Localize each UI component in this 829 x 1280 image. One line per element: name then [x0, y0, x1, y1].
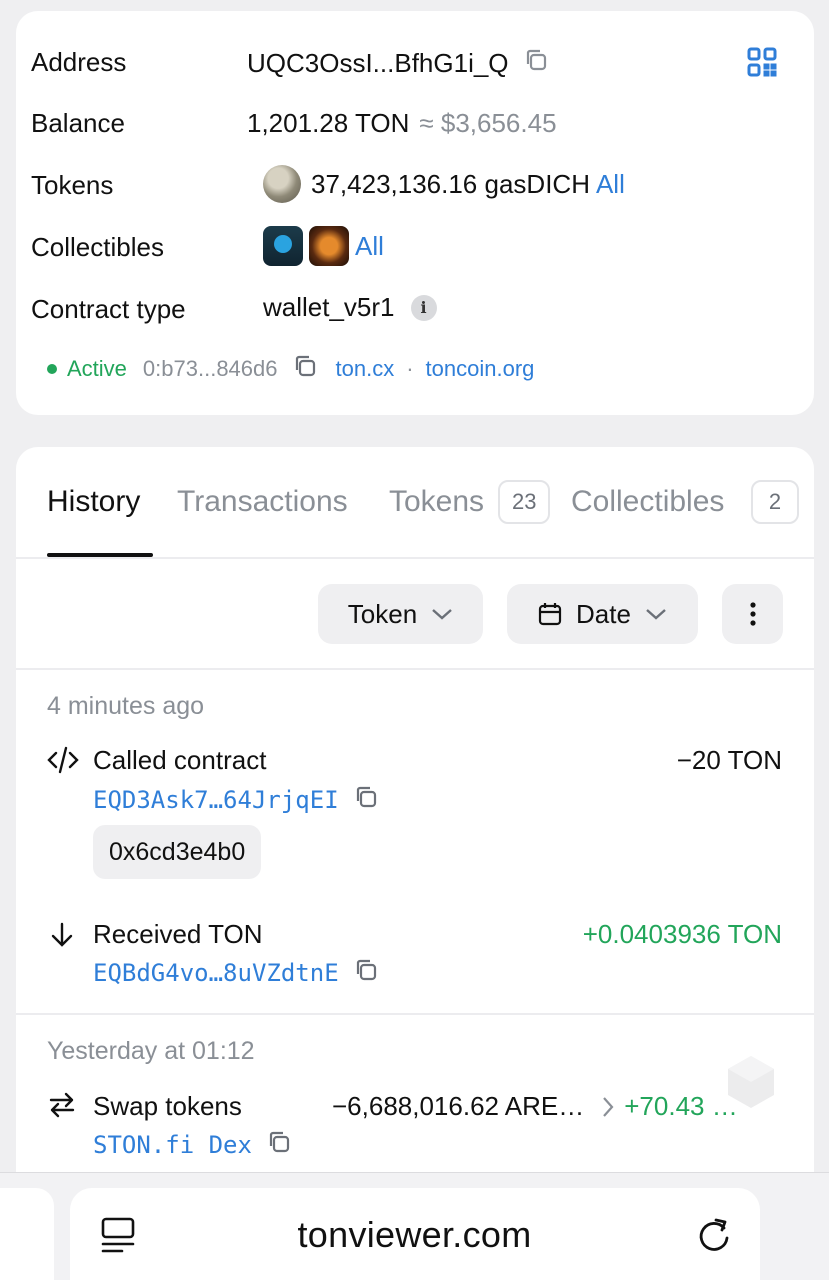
address-text[interactable]: UQC3OssI...BfhG1i_Q [247, 48, 509, 79]
address-label: Address [31, 47, 127, 77]
tab-collectibles[interactable]: Collectibles [571, 485, 724, 519]
filters-divider [16, 668, 814, 670]
token-balance[interactable]: 37,423,136.16 gasDICH [311, 169, 590, 200]
toncoin-link[interactable]: toncoin.org [426, 356, 535, 382]
more-options-button[interactable] [722, 584, 783, 644]
tabs-divider [16, 557, 814, 559]
arrow-down-icon [47, 920, 77, 950]
address-value[interactable]: UQC3OssI...BfhG1i_Q [247, 47, 549, 80]
tokens-label: Tokens [31, 170, 114, 200]
copy-icon[interactable] [353, 784, 379, 816]
link-separator: · [406, 356, 414, 381]
swap-amounts: −6,688,016.62 ARE… +70.43 … [332, 1091, 738, 1122]
group-date: 4 minutes ago [47, 692, 205, 720]
date-filter-button[interactable]: Date [507, 584, 698, 644]
status-row: Active 0:b73...846d6 ton.cx · toncoin.or… [47, 353, 534, 385]
token-avatar-icon [263, 165, 301, 203]
swap-amount-in: +70.43 … [624, 1091, 738, 1121]
tokens-count-badge: 23 [498, 480, 551, 524]
contract-type-label: Contract type [31, 294, 186, 324]
nft-thumbnail-telegram[interactable] [263, 226, 303, 266]
balance-value: 1,201.28 TON ≈ $3,656.45 [247, 108, 557, 139]
copy-icon[interactable] [266, 1129, 292, 1161]
date-filter-label: Date [576, 598, 631, 629]
code-icon [47, 745, 79, 775]
chevron-down-icon [432, 609, 452, 620]
collectibles-value[interactable]: All [263, 226, 384, 266]
chevron-right-icon [603, 1096, 614, 1117]
collectibles-count-badge: 2 [751, 480, 799, 524]
tokens-all-link[interactable]: All [596, 169, 625, 200]
contract-type-value: wallet_v5r1 i [263, 292, 437, 323]
tx-title[interactable]: Called contract [93, 745, 266, 776]
chevron-down-icon [646, 609, 666, 620]
calendar-icon [538, 603, 562, 626]
tx-address-text[interactable]: EQD3Ask7…64JrjqEI [93, 786, 339, 814]
more-vertical-icon [749, 602, 756, 626]
raw-address[interactable]: 0:b73...846d6 [143, 356, 278, 382]
tx-title[interactable]: Received TON [93, 919, 263, 950]
tx-address[interactable]: EQD3Ask7…64JrjqEI [93, 784, 379, 816]
tab-transactions[interactable]: Transactions [177, 485, 348, 519]
info-icon[interactable]: i [410, 294, 437, 321]
cube-watermark-icon [726, 1054, 776, 1110]
copy-icon[interactable] [353, 957, 379, 989]
contract-type-text: wallet_v5r1 [263, 292, 395, 322]
tx-address-text[interactable]: STON.fi Dex [93, 1131, 252, 1159]
tx-title[interactable]: Swap tokens [93, 1091, 242, 1122]
balance-usd: ≈ $3,656.45 [419, 108, 557, 138]
group-date: Yesterday at 01:12 [47, 1037, 255, 1065]
status-text: Active [67, 356, 127, 381]
tx-address[interactable]: STON.fi Dex [93, 1129, 292, 1161]
token-filter-button[interactable]: Token [318, 584, 483, 644]
tab-tokens[interactable]: Tokens [389, 485, 484, 519]
reload-icon[interactable] [696, 1216, 734, 1256]
swap-amount-out: −6,688,016.62 ARE… [332, 1091, 585, 1121]
balance-label: Balance [31, 108, 125, 138]
tx-amount: +0.0403936 TON [582, 919, 782, 949]
tonCx-link[interactable]: ton.cx [336, 356, 395, 382]
qr-code-icon[interactable] [746, 46, 778, 78]
status-dot-icon [47, 364, 57, 374]
nft-thumbnail-badge[interactable] [309, 226, 349, 266]
token-filter-label: Token [347, 598, 418, 629]
tx-amount: −20 TON [676, 745, 782, 775]
tx-address[interactable]: EQBdG4vo…8uVZdtnE [93, 957, 379, 989]
copy-icon[interactable] [523, 47, 549, 80]
op-code-chip[interactable]: 0x6cd3e4b0 [93, 825, 262, 879]
tab-history[interactable]: History [47, 485, 140, 519]
swap-icon [47, 1090, 77, 1120]
copy-raw-address-icon[interactable] [292, 353, 318, 385]
group-divider [16, 1013, 814, 1015]
collectibles-label: Collectibles [31, 232, 164, 262]
tokens-value[interactable]: 37,423,136.16 gasDICH All [263, 165, 625, 203]
balance-ton: 1,201.28 TON [247, 108, 410, 138]
tx-address-text[interactable]: EQBdG4vo…8uVZdtnE [93, 959, 339, 987]
collectibles-all-link[interactable]: All [355, 231, 384, 262]
